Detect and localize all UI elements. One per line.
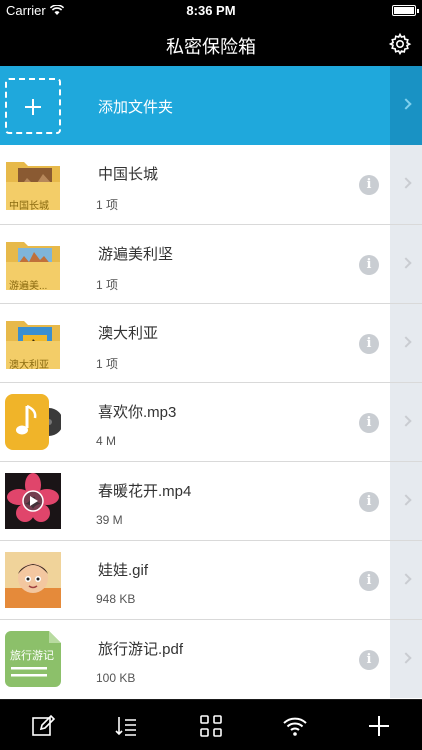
add-folder-chevron-strip [390, 66, 422, 145]
item-name: 春暖花开.mp4 [98, 483, 192, 500]
chevron-strip [390, 462, 422, 540]
list-item[interactable]: 春暖花开.mp4 39 M i [0, 461, 422, 540]
item-name: 娃娃.gif [98, 562, 149, 579]
battery-icon [392, 5, 419, 16]
chevron-right-icon [400, 257, 412, 269]
chevron-strip [390, 383, 422, 461]
item-name: 游遍美利坚 [98, 246, 174, 263]
item-name: 澳大利亚 [98, 325, 159, 342]
chevron-strip [390, 225, 422, 303]
chevron-right-icon [400, 98, 412, 110]
chevron-strip [390, 541, 422, 619]
status-time: 8:36 PM [186, 3, 236, 18]
folder-thumb-label: 澳大利亚 [9, 360, 49, 371]
music-note-icon [5, 394, 61, 450]
item-meta: 1 项 [96, 198, 119, 212]
list-item[interactable]: 喜欢你.mp3 4 M i [0, 382, 422, 461]
info-icon[interactable]: i [359, 492, 379, 512]
info-icon[interactable]: i [359, 413, 379, 433]
chevron-right-icon [400, 177, 412, 189]
file-list: 中国长城 中国长城 1 项 i 游遍美... 游遍美利坚 1 项 i 澳大利亚 … [0, 145, 422, 698]
item-meta: 4 M [96, 434, 117, 448]
folder-thumb-label: 中国长城 [9, 201, 49, 212]
status-bar: Carrier 8:36 PM [0, 0, 422, 22]
list-item[interactable]: 旅行游记 旅行游记.pdf 100 KB i [0, 619, 422, 698]
chevron-right-icon [400, 494, 412, 506]
list-item[interactable]: 娃娃.gif 948 KB i [0, 540, 422, 619]
add-folder-row[interactable]: 添加文件夹 [0, 66, 422, 145]
info-icon[interactable]: i [359, 255, 379, 275]
item-meta: 1 项 [96, 357, 119, 371]
add-icon[interactable] [367, 714, 391, 738]
bottom-toolbar [0, 699, 422, 750]
sort-icon[interactable] [114, 714, 138, 738]
item-name: 中国长城 [98, 166, 159, 183]
item-meta: 948 KB [96, 592, 136, 606]
chevron-right-icon [400, 336, 412, 348]
wifi-icon[interactable] [283, 714, 307, 738]
page-title: 私密保险箱 [166, 37, 256, 57]
add-folder-icon [5, 78, 61, 134]
list-item[interactable]: 澳大利亚 澳大利亚 1 项 i [0, 303, 422, 382]
info-icon[interactable]: i [359, 175, 379, 195]
chevron-strip [390, 620, 422, 698]
folder-thumb-label: 游遍美... [9, 281, 48, 292]
nav-bar: 私密保险箱 [0, 22, 422, 66]
info-icon[interactable]: i [359, 650, 379, 670]
chevron-right-icon [400, 652, 412, 664]
info-icon[interactable]: i [359, 571, 379, 591]
item-meta: 100 KB [96, 671, 136, 685]
video-thumbnail-icon [5, 473, 61, 529]
grid-icon[interactable] [199, 714, 223, 738]
item-meta: 1 项 [96, 278, 119, 292]
item-name: 旅行游记.pdf [98, 641, 184, 658]
gear-icon[interactable] [388, 32, 412, 56]
item-name: 喜欢你.mp3 [98, 404, 177, 421]
chevron-strip [390, 145, 422, 224]
list-item[interactable]: 游遍美... 游遍美利坚 1 项 i [0, 224, 422, 303]
item-meta: 39 M [96, 513, 123, 527]
chevron-right-icon [400, 573, 412, 585]
document-thumb-label: 旅行游记 [10, 650, 54, 662]
info-icon[interactable]: i [359, 334, 379, 354]
image-thumbnail-icon [5, 552, 61, 608]
edit-icon[interactable] [31, 714, 55, 738]
chevron-strip [390, 304, 422, 382]
chevron-right-icon [400, 415, 412, 427]
list-item[interactable]: 中国长城 中国长城 1 项 i [0, 145, 422, 224]
add-folder-label: 添加文件夹 [98, 99, 174, 116]
